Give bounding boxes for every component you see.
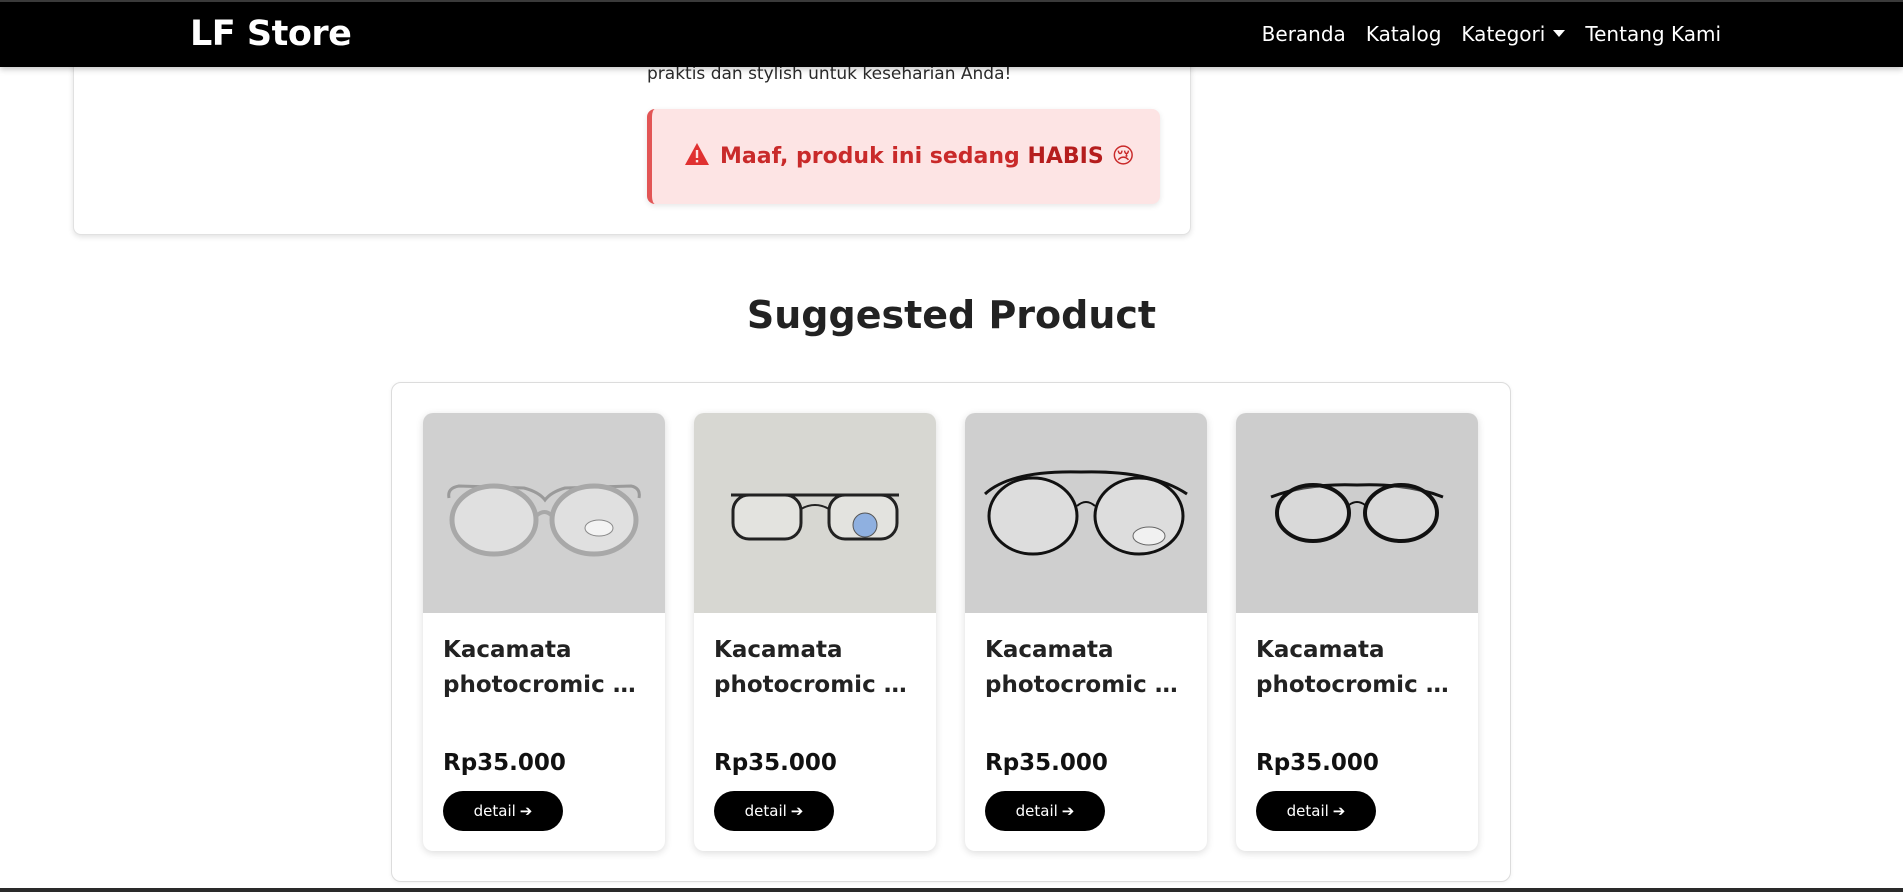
product-name: Kacamata photocromic 2 l... xyxy=(985,637,1190,698)
alert-emphasis: HABIS xyxy=(1027,144,1104,169)
navbar: LF Store Beranda Katalog Kategori Tentan… xyxy=(0,0,1903,67)
warning-icon xyxy=(684,142,710,172)
product-image[interactable] xyxy=(965,413,1207,613)
product-card[interactable]: Kacamata photocromic 2 l... Rp35.000 det… xyxy=(965,413,1207,851)
product-image[interactable] xyxy=(1236,413,1478,613)
product-card[interactable]: Kacamata photocromic 2 l... Rp35.000 det… xyxy=(1236,413,1478,851)
product-price: Rp35.000 xyxy=(985,750,1108,776)
product-price: Rp35.000 xyxy=(714,750,837,776)
product-name: Kacamata photocromic 2 l... xyxy=(1256,637,1461,698)
bottom-edge xyxy=(0,888,1903,892)
detail-button[interactable]: detail ➔ xyxy=(985,791,1105,831)
detail-button[interactable]: detail ➔ xyxy=(443,791,563,831)
detail-button[interactable]: detail ➔ xyxy=(714,791,834,831)
arrow-right-icon: ➔ xyxy=(790,802,804,820)
out-of-stock-alert: Maaf, produk ini sedang HABIS 😢 xyxy=(647,109,1160,204)
arrow-right-icon: ➔ xyxy=(1061,802,1075,820)
product-name: Kacamata photocromic 2 l... xyxy=(714,637,919,698)
product-image[interactable] xyxy=(423,413,665,613)
nav-link-katalog[interactable]: Katalog xyxy=(1366,22,1442,46)
product-price: Rp35.000 xyxy=(443,750,566,776)
caret-down-icon xyxy=(1553,29,1566,37)
detail-button[interactable]: detail ➔ xyxy=(1256,791,1376,831)
suggested-title: Suggested Product xyxy=(746,293,1157,337)
nav-link-beranda[interactable]: Beranda xyxy=(1262,22,1346,46)
glasses-icon xyxy=(983,470,1188,556)
nav-link-kategori-label: Kategori xyxy=(1461,22,1546,46)
arrow-right-icon: ➔ xyxy=(519,802,533,820)
arrow-right-icon: ➔ xyxy=(1332,802,1346,820)
product-card[interactable]: Kacamata photocromic 2 l... Rp35.000 det… xyxy=(423,413,665,851)
glasses-icon xyxy=(731,493,899,541)
nav-link-tentang-kami[interactable]: Tentang Kami xyxy=(1585,22,1721,46)
product-description: praktis dan stylish untuk keseharian And… xyxy=(647,64,1012,84)
nav-link-kategori-dropdown[interactable]: Kategori xyxy=(1461,22,1566,46)
product-price: Rp35.000 xyxy=(1256,750,1379,776)
alert-text: Maaf, produk ini sedang xyxy=(720,144,1028,169)
product-name: Kacamata photocromic 2 l... xyxy=(443,637,648,698)
nav-links: Beranda Katalog Kategori Tentang Kami xyxy=(1262,22,1721,46)
brand-logo[interactable]: LF Store xyxy=(190,14,352,54)
sad-face-icon: 😢 xyxy=(1111,144,1135,169)
glasses-icon xyxy=(1270,483,1444,543)
product-card[interactable]: Kacamata photocromic 2 l... Rp35.000 det… xyxy=(694,413,936,851)
suggested-grid: Kacamata photocromic 2 l... Rp35.000 det… xyxy=(423,413,1478,851)
product-image[interactable] xyxy=(694,413,936,613)
glasses-icon xyxy=(447,483,641,557)
